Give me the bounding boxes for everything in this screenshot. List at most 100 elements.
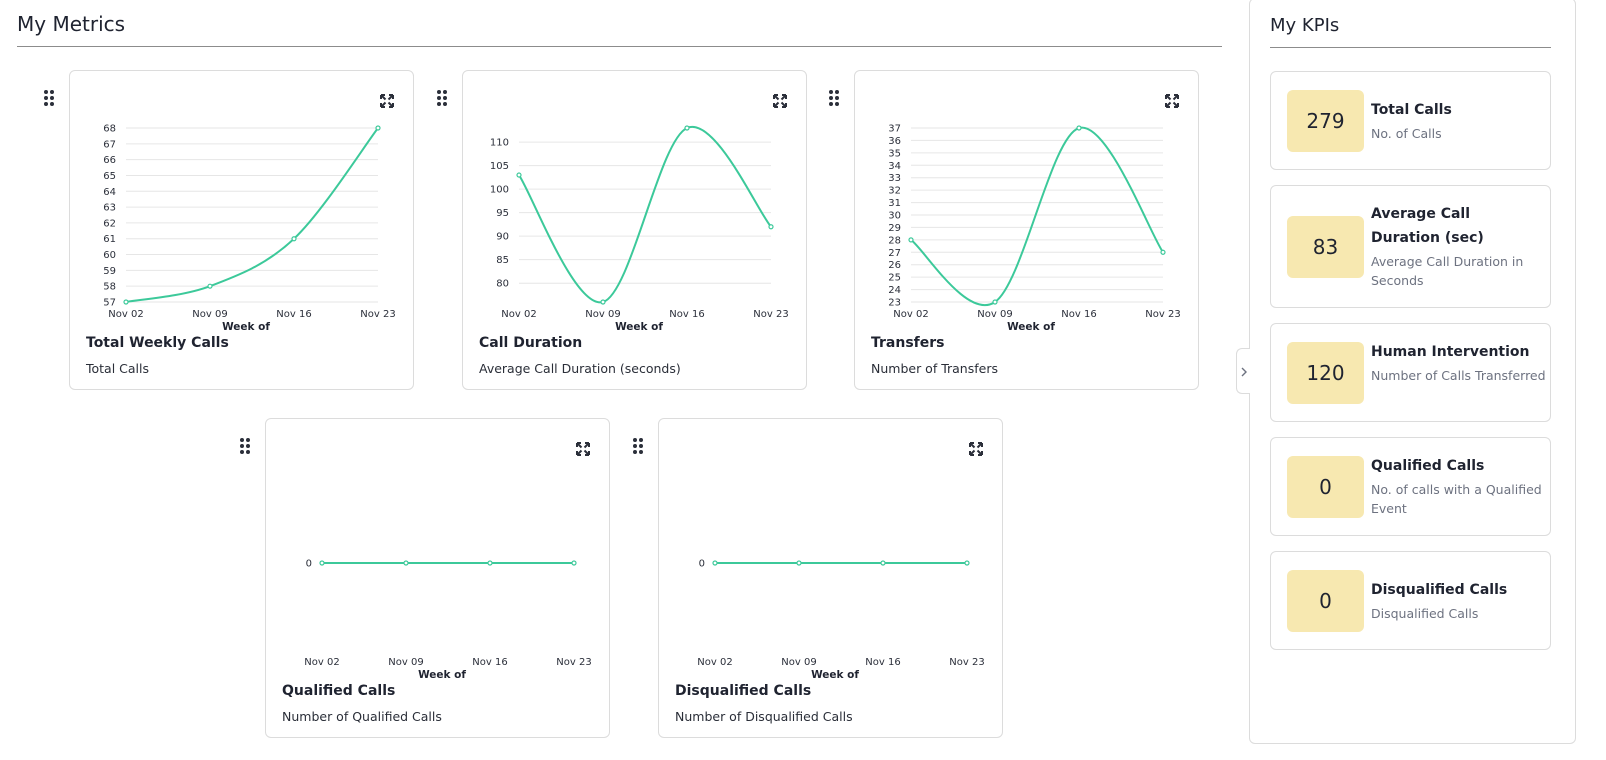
y-tick-label: 67 xyxy=(103,139,116,150)
drag-handle-icon[interactable] xyxy=(829,90,841,108)
x-tick-label: Nov 16 xyxy=(669,309,704,320)
y-tick-label: 31 xyxy=(888,198,901,209)
y-tick-label: 36 xyxy=(888,136,901,147)
line-chart: 80 85 90 95 100 105 110 Nov 02 Nov 09 Nov 16 Nov 2… xyxy=(490,125,789,331)
data-point xyxy=(992,299,998,305)
kpi-card-qualified-calls: 0 Qualified Calls No. of calls with a Qu… xyxy=(1270,437,1551,536)
drag-handle-icon[interactable] xyxy=(240,438,252,456)
chart-title: Qualified Calls xyxy=(282,683,396,699)
data-point xyxy=(571,560,577,566)
data-point xyxy=(600,299,606,305)
chart-title: Call Duration xyxy=(479,335,583,351)
y-tick-label: 26 xyxy=(888,260,901,271)
series-line xyxy=(518,125,772,304)
drag-handle-icon[interactable] xyxy=(437,90,449,108)
line-chart: 23 2425 2627 282930 3132 3334 353637 Nov 02 Nov … xyxy=(888,124,1180,332)
data-point xyxy=(375,125,381,131)
x-axis-label: Week of xyxy=(615,321,663,331)
data-point xyxy=(684,125,690,131)
data-point xyxy=(516,172,522,178)
series-line xyxy=(125,127,379,303)
x-tick-label: Nov 23 xyxy=(949,657,984,668)
x-tick-label: Nov 23 xyxy=(1145,309,1180,320)
y-tick-label: 33 xyxy=(888,173,901,184)
title-divider xyxy=(17,46,1222,47)
kpi-name: Total Calls xyxy=(1371,102,1452,118)
y-tick-label: 65 xyxy=(103,171,116,182)
y-tick-label: 35 xyxy=(888,148,901,159)
y-tick-label: 32 xyxy=(888,186,901,197)
y-tick-label: 68 xyxy=(103,124,116,135)
x-tick-label: Nov 09 xyxy=(388,657,423,668)
x-tick-label: Nov 09 xyxy=(585,309,620,320)
data-point xyxy=(1076,125,1082,131)
y-tick-label: 62 xyxy=(103,218,116,229)
data-point xyxy=(768,224,774,230)
y-tick-label: 58 xyxy=(103,282,116,293)
y-tick-label: 100 xyxy=(490,185,509,196)
kpi-value: 83 xyxy=(1287,216,1364,278)
kpi-value: 0 xyxy=(1287,456,1364,518)
data-point xyxy=(403,560,409,566)
line-chart: 0 Nov 02 Nov 09 Nov 16 Nov 23 Week of xyxy=(697,559,984,680)
kpi-name: Qualified Calls xyxy=(1371,458,1485,474)
expand-icon[interactable] xyxy=(380,94,394,108)
y-tick-label: 85 xyxy=(496,255,509,266)
chart-subtitle: Number of Disqualified Calls xyxy=(675,709,853,724)
x-tick-label: Nov 09 xyxy=(781,657,816,668)
collapse-panel-button[interactable] xyxy=(1236,348,1250,394)
x-tick-label: Nov 16 xyxy=(1061,309,1096,320)
chart-subtitle: Number of Transfers xyxy=(871,361,998,376)
x-tick-label: Nov 02 xyxy=(893,309,928,320)
kpi-description: Number of Calls Transferred xyxy=(1371,368,1546,383)
y-tick-label: 110 xyxy=(490,138,509,149)
kpi-value: 120 xyxy=(1287,342,1364,404)
expand-icon[interactable] xyxy=(576,442,590,456)
y-tick-label: 90 xyxy=(496,232,509,243)
data-point xyxy=(1160,249,1166,255)
kpi-panel-title: My KPIs xyxy=(1270,15,1340,36)
y-tick-label: 80 xyxy=(496,279,509,290)
chart-subtitle: Average Call Duration (seconds) xyxy=(479,361,681,376)
x-tick-label: Nov 09 xyxy=(192,309,227,320)
y-tick-label: 27 xyxy=(888,248,901,259)
y-tick-label: 37 xyxy=(888,124,901,135)
chart-card-disqualified-calls: 0 Nov 02 Nov 09 Nov 16 Nov 23 Week of Disqual… xyxy=(658,418,1003,738)
expand-icon[interactable] xyxy=(969,442,983,456)
x-tick-label: Nov 09 xyxy=(977,309,1012,320)
x-axis-label: Week of xyxy=(222,321,270,331)
chevron-right-icon xyxy=(1241,367,1247,377)
y-tick-label: 63 xyxy=(103,203,116,214)
y-tick-label: 64 xyxy=(103,187,116,198)
data-point xyxy=(712,560,718,566)
kpi-description: No. of calls with a Qualified Event xyxy=(1371,482,1542,516)
x-tick-label: Nov 02 xyxy=(501,309,536,320)
y-tick-label: 28 xyxy=(888,235,901,246)
y-tick-label: 57 xyxy=(103,298,116,309)
x-tick-label: Nov 02 xyxy=(304,657,339,668)
kpi-card-total-calls: 279 Total Calls No. of Calls xyxy=(1270,71,1551,170)
chart-card-call-duration: 80 85 90 95 100 105 110 Nov 02 Nov 09 Nov 16 Nov 2… xyxy=(462,70,807,390)
kpi-description: Average Call Duration in Seconds xyxy=(1371,254,1524,288)
y-tick-label: 66 xyxy=(103,155,116,166)
data-point xyxy=(964,560,970,566)
kpi-name: Average Call Duration (sec) xyxy=(1371,206,1484,246)
expand-icon[interactable] xyxy=(1165,94,1179,108)
x-tick-label: Nov 02 xyxy=(108,309,143,320)
y-tick-label: 23 xyxy=(888,298,901,309)
y-tick-label: 105 xyxy=(490,161,509,172)
x-axis-label: Week of xyxy=(418,669,466,679)
kpi-value: 0 xyxy=(1287,570,1364,632)
data-point xyxy=(319,560,325,566)
drag-handle-icon[interactable] xyxy=(633,438,645,456)
expand-icon[interactable] xyxy=(773,94,787,108)
x-tick-label: Nov 16 xyxy=(276,309,311,320)
kpi-value: 279 xyxy=(1287,90,1364,152)
y-tick-label: 59 xyxy=(103,266,116,277)
chart-card-transfers: 23 24 25 26 27 28 29 30 31 32 33 34 35 36 37 Nov 02 Nov … xyxy=(854,70,1199,390)
drag-handle-icon[interactable] xyxy=(44,90,56,108)
kpi-name: Disqualified Calls xyxy=(1371,582,1508,598)
y-tick-label: 30 xyxy=(888,211,901,222)
data-point xyxy=(123,299,129,305)
chart-card-total-weekly-calls: 57 58 59 60 61 62 63 64 65 66 67 68 Nov 02 Nov 09 Nov … xyxy=(69,70,414,390)
